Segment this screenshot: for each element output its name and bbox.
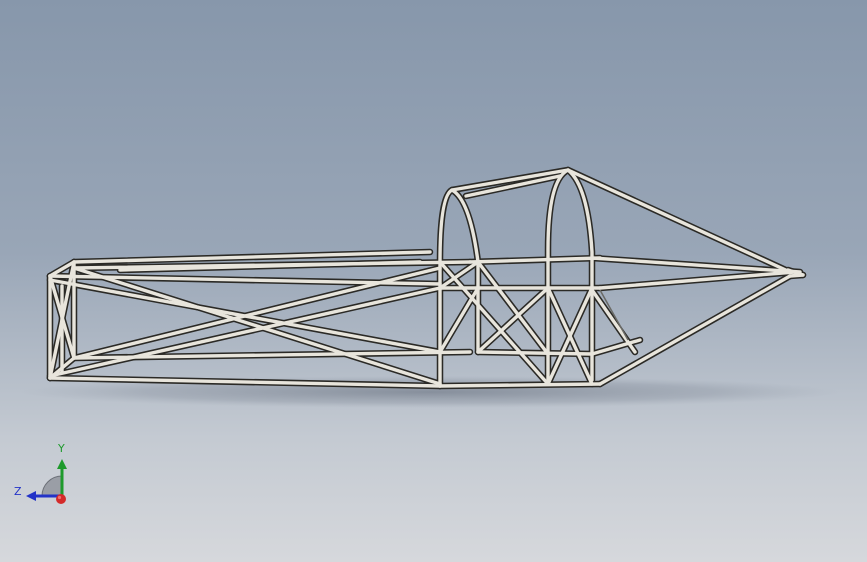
tube-21[interactable] [438,382,602,388]
tube-39[interactable] [788,273,805,278]
chassis-frame-model[interactable] [0,0,867,562]
view-orientation-triad: Y Z [10,440,80,515]
triad-z-label: Z [14,485,22,498]
thin-strut [599,289,629,341]
triad-y-label: Y [58,442,65,455]
tube-35[interactable] [590,288,637,354]
tube-24[interactable] [476,350,594,356]
tube-28[interactable] [598,274,792,386]
tube-37[interactable] [438,286,480,354]
tube-27[interactable] [598,270,797,290]
tube-14[interactable] [48,278,442,354]
graphics-viewport[interactable]: Y Z [0,0,867,562]
triad-axes-icon [26,459,67,504]
